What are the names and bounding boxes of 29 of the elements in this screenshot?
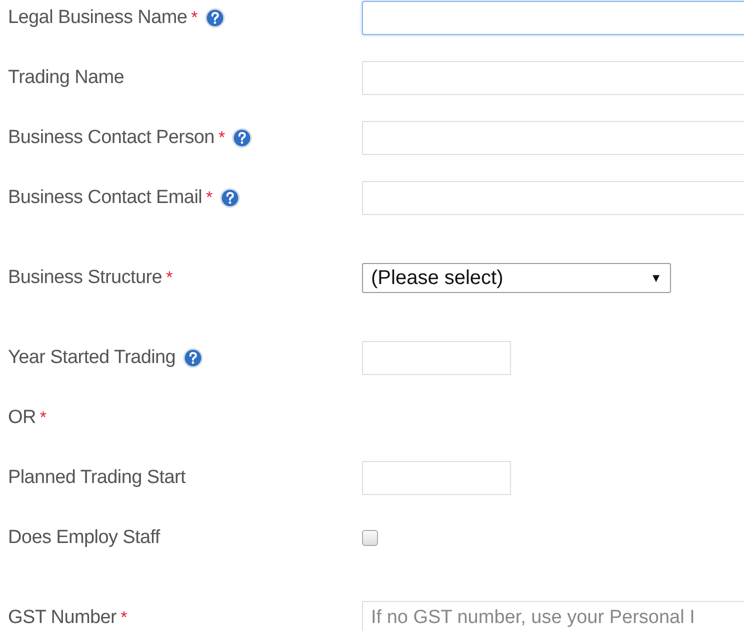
field-label: GST Number: [8, 607, 117, 629]
field-label: Business Contact Person: [8, 127, 214, 149]
help-icon[interactable]: [204, 7, 226, 29]
help-icon[interactable]: [231, 127, 254, 149]
text-field[interactable]: [362, 121, 744, 155]
text-field[interactable]: [362, 181, 744, 215]
field-label: OR: [8, 407, 36, 429]
field-label: Does Employ Staff: [8, 527, 160, 549]
help-icon[interactable]: [182, 347, 204, 369]
field-label: Planned Trading Start: [8, 467, 186, 489]
text-field[interactable]: [362, 61, 744, 95]
required-mark: *: [218, 128, 226, 148]
help-icon[interactable]: [218, 187, 241, 209]
required-mark: *: [191, 8, 198, 28]
required-mark: *: [206, 188, 213, 208]
text-field[interactable]: [362, 341, 511, 375]
required-mark: *: [40, 408, 47, 428]
field-label: Business Structure: [8, 267, 162, 289]
field-label: Business Contact Email: [8, 187, 202, 209]
checkbox[interactable]: [362, 530, 378, 546]
text-field[interactable]: If no GST number, use your Personal I: [362, 601, 744, 631]
text-field[interactable]: [362, 461, 511, 495]
text-field[interactable]: [362, 1, 744, 35]
required-mark: *: [166, 268, 173, 288]
field-label: Year Started Trading: [8, 347, 176, 369]
required-mark: *: [120, 608, 128, 628]
field-label: Legal Business Name: [8, 7, 188, 29]
field-label: Trading Name: [8, 67, 124, 89]
dropdown[interactable]: (Please select) ▼: [362, 263, 671, 293]
